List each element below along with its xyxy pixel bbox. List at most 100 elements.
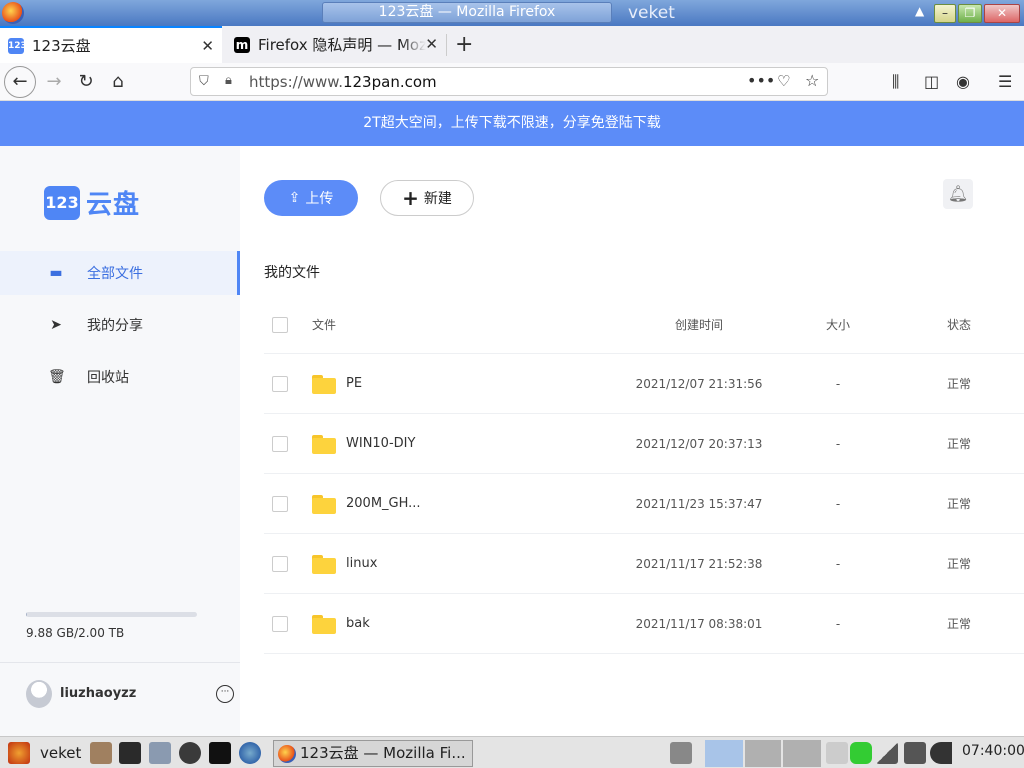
- file-created-time: 2021/11/17 21:52:38: [635, 556, 763, 571]
- close-window-button[interactable]: ✕: [984, 4, 1020, 23]
- file-created-time: 2021/11/23 15:37:47: [635, 496, 763, 511]
- workspace-3[interactable]: [783, 740, 821, 767]
- globe-icon[interactable]: [239, 742, 261, 764]
- arrow-up-icon[interactable]: ▲: [915, 4, 924, 18]
- pocket-icon[interactable]: ♡: [777, 72, 790, 90]
- network-icon[interactable]: [876, 742, 898, 764]
- library-icon[interactable]: ⫼: [892, 72, 899, 92]
- sidebar-toggle-icon[interactable]: ◫: [924, 72, 939, 91]
- table-row[interactable]: WIN10-DIY 2021/12/07 20:37:13 - 正常: [264, 414, 1024, 474]
- send-icon: ➤: [50, 317, 62, 333]
- table-row[interactable]: 200M_GH... 2021/11/23 15:37:47 - 正常: [264, 474, 1024, 534]
- forward-button[interactable]: →: [38, 66, 70, 98]
- url-bar[interactable]: ⛉ 🔒︎ https://www.123pan.com ••• ♡ ☆: [190, 67, 828, 96]
- upload-label: 上传: [305, 191, 334, 207]
- bookmark-star-icon[interactable]: ☆: [805, 71, 819, 90]
- close-tab-icon[interactable]: ✕: [201, 37, 214, 55]
- row-checkbox[interactable]: [272, 435, 288, 452]
- window-titlebar: 123云盘 — Mozilla Firefox veket ▲ – ❐ ✕: [0, 0, 1024, 26]
- row-checkbox[interactable]: [272, 615, 288, 632]
- table-row[interactable]: linux 2021/11/17 21:52:38 - 正常: [264, 534, 1024, 594]
- system-monitor-icon[interactable]: [119, 742, 141, 764]
- media-player-icon[interactable]: [179, 742, 201, 764]
- file-name-cell[interactable]: PE: [312, 354, 362, 413]
- column-header-name[interactable]: 文件: [312, 296, 336, 353]
- paint-icon[interactable]: [90, 742, 112, 764]
- maximize-button[interactable]: ❐: [958, 4, 982, 23]
- table-body: PE 2021/12/07 21:31:56 - 正常 WIN10-DIY 2021/12…: [264, 354, 1024, 654]
- row-checkbox[interactable]: [272, 555, 288, 572]
- firefox-icon: [278, 745, 296, 763]
- upload-button[interactable]: ⇪ 上传: [264, 180, 358, 216]
- row-checkbox[interactable]: [272, 375, 288, 392]
- sidebar-item-my-share[interactable]: ➤ 我的分享: [0, 303, 240, 347]
- 123pan-favicon-icon: 123: [8, 37, 27, 54]
- promo-banner[interactable]: 2T超大空间，上传下载不限速，分享免登陆下载: [0, 101, 1024, 146]
- row-checkbox[interactable]: [272, 495, 288, 512]
- file-size: -: [835, 496, 841, 511]
- home-button[interactable]: ⌂: [102, 66, 134, 98]
- main-content: ⇪ 上传 + 新建 🔔︎ 我的文件 文件 创建时间 大小 状态 PE 2021/1…: [240, 146, 1024, 736]
- account-icon[interactable]: ◉: [956, 72, 970, 91]
- folder-icon: [312, 614, 336, 634]
- storage-usage-text: 9.88 GB/2.00 TB: [26, 626, 125, 640]
- file-name: PE: [346, 376, 363, 391]
- folder-icon: ▬: [49, 265, 63, 281]
- scanner-icon[interactable]: [670, 742, 692, 764]
- taskbar-window-firefox[interactable]: 123云盘 — Mozilla Fi...: [273, 740, 473, 767]
- column-header-size[interactable]: 大小: [804, 296, 872, 353]
- window-title: 123云盘 — Mozilla Firefox: [322, 2, 612, 23]
- close-tab-icon[interactable]: ✕: [425, 35, 438, 53]
- folder-icon: [312, 494, 336, 514]
- workspace-2[interactable]: [745, 740, 781, 767]
- volume-icon[interactable]: [930, 742, 952, 764]
- folder-icon: [312, 554, 336, 574]
- file-name-cell[interactable]: bak: [312, 594, 370, 653]
- menu-icon[interactable]: ☰: [998, 72, 1012, 91]
- file-name-cell[interactable]: linux: [312, 534, 377, 593]
- sidebar: 123 云盘 ▬ 全部文件 ➤ 我的分享 🗑︎ 回收站 9.88 GB/2.00…: [0, 146, 240, 736]
- mozilla-favicon-icon: m: [234, 36, 250, 53]
- clipboard-icon[interactable]: [904, 742, 926, 764]
- file-name-cell[interactable]: WIN10-DIY: [312, 414, 415, 473]
- bell-icon[interactable]: 🔔︎: [943, 179, 973, 209]
- start-menu-label[interactable]: veket: [40, 741, 81, 765]
- avatar[interactable]: [26, 680, 52, 708]
- minimize-button[interactable]: –: [934, 4, 956, 23]
- reload-button[interactable]: ↻: [70, 66, 102, 98]
- clock[interactable]: 07:40:00: [962, 743, 1024, 759]
- start-menu-icon[interactable]: [8, 742, 30, 764]
- more-options-button[interactable]: ···: [216, 685, 234, 703]
- logo[interactable]: 123 云盘: [44, 184, 140, 221]
- keyboard-icon[interactable]: [826, 742, 848, 764]
- navigation-bar: ← → ↻ ⌂ ⛉ 🔒︎ https://www.123pan.com ••• …: [0, 63, 1024, 101]
- firefox-icon[interactable]: [2, 2, 24, 24]
- workspace-1[interactable]: [705, 740, 743, 767]
- select-all-checkbox[interactable]: [272, 316, 288, 333]
- divider: [0, 662, 240, 663]
- terminal-icon[interactable]: [209, 742, 231, 764]
- table-header: 文件 创建时间 大小 状态: [264, 296, 1024, 354]
- new-tab-button[interactable]: +: [455, 32, 473, 57]
- column-header-time[interactable]: 创建时间: [634, 296, 764, 353]
- shield-icon[interactable]: ⛉: [199, 74, 209, 89]
- tab-firefox-privacy[interactable]: m Firefox 隐私声明 — Mozilla ✕: [226, 26, 446, 63]
- new-button[interactable]: + 新建: [380, 180, 474, 216]
- back-button[interactable]: ←: [4, 66, 36, 98]
- tab-123pan[interactable]: 123 123云盘 ✕: [0, 26, 222, 63]
- page-actions-icon[interactable]: •••: [747, 71, 775, 90]
- storage-progress-bar: [26, 612, 197, 617]
- url-text[interactable]: https://www.123pan.com: [249, 73, 437, 91]
- settings-icon[interactable]: [149, 742, 171, 764]
- username[interactable]: liuzhaoyzz: [60, 686, 136, 701]
- sidebar-item-label: 回收站: [87, 370, 129, 386]
- file-name-cell[interactable]: 200M_GH...: [312, 474, 421, 533]
- disk-icon[interactable]: [850, 742, 872, 764]
- sidebar-item-all-files[interactable]: ▬ 全部文件: [0, 251, 240, 295]
- sidebar-item-recycle-bin[interactable]: 🗑︎ 回收站: [0, 355, 240, 399]
- table-row[interactable]: PE 2021/12/07 21:31:56 - 正常: [264, 354, 1024, 414]
- table-row[interactable]: bak 2021/11/17 08:38:01 - 正常: [264, 594, 1024, 654]
- file-size: -: [835, 556, 841, 571]
- lock-icon[interactable]: 🔒︎: [225, 73, 232, 88]
- tab-separator: [446, 34, 447, 56]
